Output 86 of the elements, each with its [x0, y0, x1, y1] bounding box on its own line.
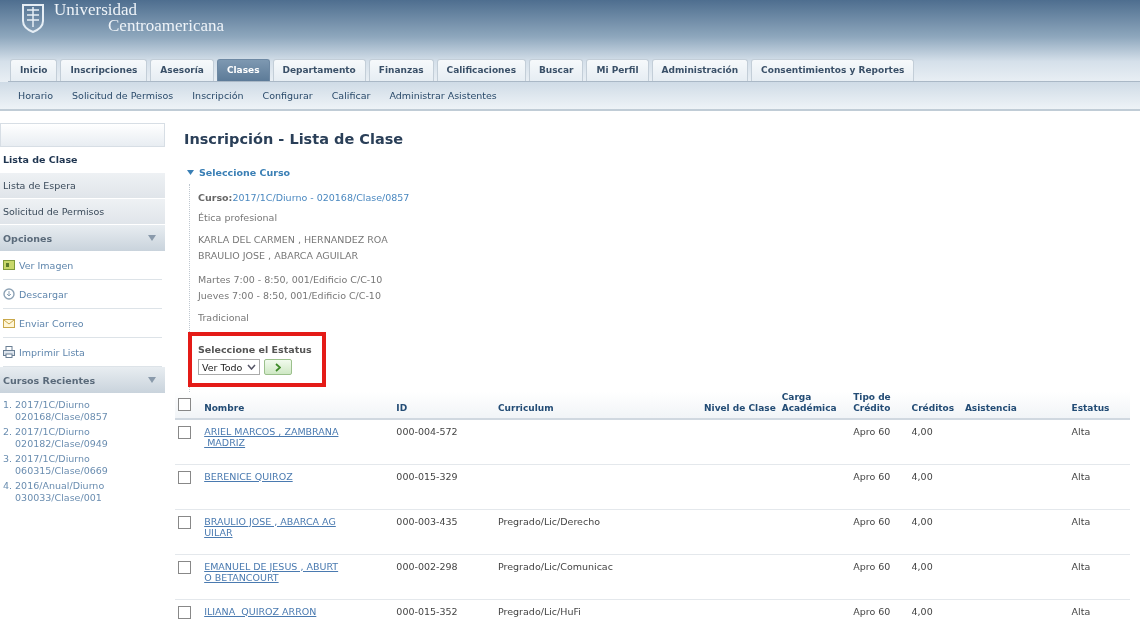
recent-course-link[interactable]: 3. 2017/1C/Diurno 060315/Clase/0669 [3, 453, 162, 477]
section-title: Cursos Recientes [3, 374, 96, 386]
course-mode: Tradicional [198, 312, 250, 324]
nav-tab[interactable]: Clases [216, 59, 270, 81]
curriculum-text: Pregrado/Lic/Comunicac [498, 560, 613, 572]
credits-text: 4,00 [911, 470, 933, 482]
student-id: 000-004-572 [396, 426, 458, 437]
student-name-link[interactable]: ILIANA QUIROZ ARRON [204, 605, 317, 617]
download-icon [3, 288, 15, 300]
credits-text: 4,00 [911, 515, 933, 527]
status-text: Alta [1071, 470, 1091, 482]
credits-text: 4,00 [911, 426, 933, 437]
nav-tab[interactable]: Finanzas [368, 59, 434, 81]
status-text: Alta [1071, 426, 1091, 437]
subnav-link[interactable]: Calificar [331, 90, 371, 101]
status-text: Alta [1071, 515, 1091, 527]
student-id: 000-015-352 [396, 605, 458, 617]
printer-icon [3, 346, 15, 358]
nav-tab[interactable]: Departamento [272, 59, 366, 81]
row-checkbox[interactable] [178, 470, 191, 484]
course-label: Curso: [198, 192, 233, 203]
course-link[interactable]: 2017/1C/Diurno - 020168/Clase/0857 [232, 192, 410, 203]
nav-tab[interactable]: Asesoría [150, 59, 214, 81]
option-link[interactable]: Descargar [3, 280, 162, 309]
student-name-link[interactable]: ARIEL MARCOS , ZAMBRANA MADRIZ [204, 426, 339, 448]
credits-text: 4,00 [911, 605, 933, 617]
page-title: Inscripción - Lista de Clase [184, 131, 405, 147]
status-text: Alta [1071, 605, 1091, 617]
option-link[interactable]: Enviar Correo [3, 309, 162, 338]
nav-tab[interactable]: Inscripciones [60, 59, 148, 81]
subnav-link[interactable]: Horario [18, 90, 54, 101]
university-name: Universidad [54, 2, 139, 18]
student-name-link[interactable]: BERENICE QUIROZ [204, 470, 293, 482]
student-name-link[interactable]: EMANUEL DE JESUS , ABURT O BETANCOURT [204, 560, 339, 583]
schedule-text: Martes 7:00 - 8:50, 001/Edificio C/C-10 [198, 273, 384, 287]
chevron-right-icon [275, 362, 281, 372]
nav-tab[interactable]: Calificaciones [436, 59, 526, 81]
recent-course-link[interactable]: 2. 2017/1C/Diurno 020182/Clase/0949 [3, 426, 162, 450]
credit-type-text: Apro 60 [853, 560, 891, 572]
recent-course-link[interactable]: 4. 2016/Anual/Diurno 030033/Clase/001 [3, 480, 162, 504]
section-header[interactable]: Opciones [0, 225, 165, 251]
row-checkbox[interactable] [178, 426, 191, 439]
row-checkbox[interactable] [178, 605, 191, 619]
nav-tab[interactable]: Consentimientos y Reportes [751, 59, 915, 81]
subnav-link[interactable]: Administrar Asistentes [389, 90, 497, 101]
credit-type-text: Apro 60 [853, 426, 891, 437]
status-dropdown[interactable]: Ver Todo [198, 359, 260, 375]
instructor-name: BRAULIO JOSE , ABARCA AGUILAR [198, 249, 359, 263]
section-header[interactable]: Cursos Recientes [0, 367, 165, 393]
credit-type-text: Apro 60 [853, 470, 891, 482]
sidebar-item[interactable]: Lista de Espera [0, 173, 165, 199]
section-title: Opciones [3, 232, 53, 244]
filter-label: Seleccione el Estatus [198, 344, 312, 355]
sidebar-item[interactable]: Solicitud de Permisos [0, 199, 165, 225]
nav-tab[interactable]: Buscar [529, 59, 584, 81]
nav-tab[interactable]: Administración [651, 59, 749, 81]
credit-type-text: Apro 60 [853, 515, 891, 527]
course-subject: Ética profesional [198, 212, 279, 224]
curriculum-text: Pregrado/Lic/Derecho [498, 515, 600, 527]
student-name-link[interactable]: BRAULIO JOSE , ABARCA AG UILAR [204, 515, 336, 538]
student-id: 000-003-435 [396, 515, 458, 527]
student-id: 000-002-298 [396, 560, 458, 572]
schedule-text: Jueves 7:00 - 8:50, 001/Edificio C/C-10 [198, 289, 382, 303]
select-all-checkbox[interactable] [178, 398, 191, 411]
row-checkbox[interactable] [178, 515, 191, 529]
crest-icon [20, 2, 46, 34]
instructor-name: KARLA DEL CARMEN , HERNANDEZ ROA [198, 233, 389, 247]
curriculum-text: Pregrado/Lic/HuFi [498, 605, 581, 617]
recent-course-link[interactable]: 1. 2017/1C/Diurno 020168/Clase/0857 [3, 399, 162, 423]
section-toggle[interactable]: Seleccione Curso [187, 167, 1140, 178]
row-checkbox[interactable] [178, 560, 191, 574]
subnav-link[interactable]: Configurar [262, 90, 313, 101]
credits-text: 4,00 [911, 560, 933, 572]
subnav-link[interactable]: Inscripción [192, 90, 244, 101]
option-link[interactable]: Ver Imagen [3, 251, 162, 280]
envelope-icon [3, 317, 15, 329]
nav-tab[interactable]: Inicio [10, 59, 58, 81]
nav-tab[interactable]: Mi Perfil [586, 59, 649, 81]
university-name: Centroamericana [107, 18, 225, 34]
student-id: 000-015-329 [396, 470, 458, 482]
status-text: Alta [1071, 560, 1091, 572]
subnav-link[interactable]: Solicitud de Permisos [72, 90, 174, 101]
caret-icon [247, 364, 256, 370]
credit-type-text: Apro 60 [853, 605, 891, 617]
picture-card-icon [3, 259, 15, 271]
go-button[interactable] [264, 359, 292, 375]
